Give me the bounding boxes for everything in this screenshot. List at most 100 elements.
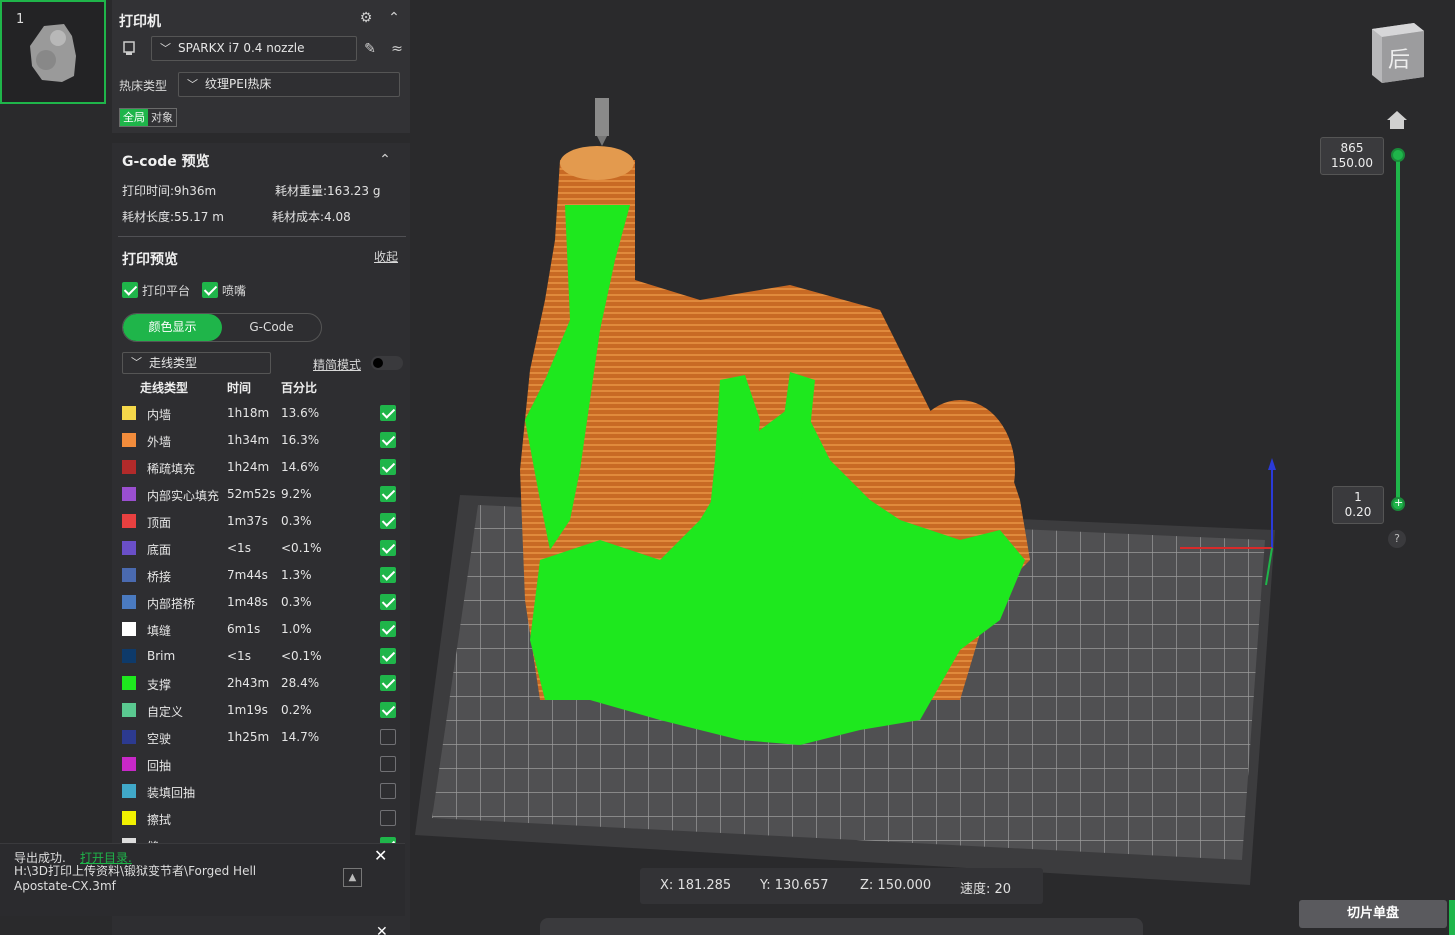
line-type-visibility-checkbox[interactable] — [380, 729, 396, 745]
bottom-layer-box[interactable]: 1 0.20 — [1332, 486, 1384, 524]
bottom-toolbar — [540, 918, 1143, 935]
show-nozzle-checkbox[interactable] — [202, 282, 218, 298]
printer-icon — [123, 41, 135, 55]
coord-y: Y: 130.657 — [760, 878, 829, 893]
show-plate-checkbox[interactable] — [122, 282, 138, 298]
expand-up-icon[interactable]: ▲ — [343, 868, 362, 887]
print-preview-title: 打印预览 — [122, 252, 178, 268]
line-type-name: 填缝 — [147, 624, 172, 638]
simple-mode-toggle[interactable] — [371, 356, 403, 370]
line-type-percent: 9.2% — [281, 487, 312, 501]
line-type-visibility-checkbox[interactable] — [380, 513, 396, 529]
view-cube-label: 后 — [1388, 48, 1410, 73]
color-swatch — [122, 595, 136, 609]
top-layer-box[interactable]: 865 150.00 — [1320, 137, 1384, 175]
view-type-value: 走线类型 — [149, 356, 198, 370]
line-type-visibility-checkbox[interactable] — [380, 432, 396, 448]
wifi-icon[interactable]: ≈ — [388, 40, 406, 58]
gear-icon[interactable]: ⚙ — [357, 9, 375, 27]
collapse-link[interactable]: 收起 — [374, 248, 398, 265]
slice-plate-button[interactable]: 切片单盘 — [1299, 900, 1447, 928]
filament-cost: 耗材成本:4.08 — [272, 210, 351, 224]
export-notification: 导出成功. 打开目录. H:\3D打印上传资料\锻狱变节者\Forged Hel… — [0, 843, 405, 916]
line-type-name: 外墙 — [147, 435, 172, 449]
slice-dropdown-edge[interactable] — [1449, 900, 1455, 935]
bottom-layer-number: 1 — [1354, 490, 1362, 504]
gcode-preview-section: G-code 预览 ⌃ 打印时间:9h36m 耗材重量:163.23 g 耗材长… — [112, 143, 410, 935]
view-type-select[interactable]: ﹀ 走线类型 — [122, 352, 271, 374]
tab-gcode[interactable]: G-Code — [222, 314, 321, 341]
chevron-down-icon: ﹀ — [187, 78, 198, 91]
line-type-time: 1m37s — [227, 514, 268, 528]
bed-type-select[interactable]: ﹀ 纹理PEI热床 — [178, 72, 400, 97]
tab-color-display[interactable]: 颜色显示 — [123, 314, 222, 341]
top-layer-handle[interactable] — [1391, 148, 1405, 162]
line-type-percent: 14.6% — [281, 460, 320, 474]
line-type-visibility-checkbox[interactable] — [380, 756, 396, 772]
chevron-down-icon: ﹀ — [131, 356, 142, 369]
chevron-down-icon: ﹀ — [160, 42, 171, 55]
scope-global-button[interactable]: 全局 — [120, 109, 148, 126]
color-swatch — [122, 649, 136, 663]
column-header-time: 时间 — [227, 381, 252, 395]
print-time: 打印时间:9h36m — [122, 184, 217, 198]
line-type-visibility-checkbox[interactable] — [380, 459, 396, 475]
line-type-visibility-checkbox[interactable] — [380, 540, 396, 556]
home-icon[interactable] — [1386, 110, 1408, 130]
legend-row: 内部实心填充 52m52s 9.2% — [112, 481, 410, 508]
line-type-time: 1m19s — [227, 703, 268, 717]
line-type-visibility-checkbox[interactable] — [380, 486, 396, 502]
help-icon[interactable]: ? — [1388, 530, 1406, 548]
line-type-visibility-checkbox[interactable] — [380, 594, 396, 610]
bed-type-label: 热床类型 — [119, 79, 168, 93]
layer-slider-track[interactable] — [1396, 155, 1400, 505]
line-type-time: 1h34m — [227, 433, 270, 447]
collapse-icon[interactable]: ⌃ — [376, 151, 394, 169]
line-type-visibility-checkbox[interactable] — [380, 621, 396, 637]
line-type-time: <1s — [227, 649, 251, 663]
line-type-visibility-checkbox[interactable] — [380, 783, 396, 799]
legend-row: 顶面 1m37s 0.3% — [112, 508, 410, 535]
line-type-visibility-checkbox[interactable] — [380, 675, 396, 691]
color-swatch — [122, 703, 136, 717]
line-type-time: 1h24m — [227, 460, 270, 474]
color-swatch — [122, 622, 136, 636]
line-type-percent: 13.6% — [281, 406, 320, 420]
nozzle — [595, 98, 609, 146]
line-type-visibility-checkbox[interactable] — [380, 567, 396, 583]
line-type-time: 6m1s — [227, 622, 261, 636]
plate-thumbnail[interactable]: 1 — [0, 0, 106, 104]
color-swatch — [122, 757, 136, 771]
line-type-visibility-checkbox[interactable] — [380, 702, 396, 718]
close-icon[interactable]: ✕ — [376, 924, 388, 935]
edit-icon[interactable]: ✎ — [361, 40, 379, 58]
color-swatch — [122, 541, 136, 555]
close-icon[interactable]: ✕ — [374, 846, 387, 865]
line-type-visibility-checkbox[interactable] — [380, 810, 396, 826]
view-cube[interactable]: 后 — [1368, 17, 1428, 85]
legend-row: 底面 <1s <0.1% — [112, 535, 410, 562]
printer-select[interactable]: ﹀ SPARKX i7 0.4 nozzle — [151, 36, 357, 61]
coord-z: Z: 150.000 — [860, 878, 932, 893]
bed-type-value: 纹理PEI热床 — [205, 77, 272, 91]
bottom-layer-handle[interactable] — [1391, 496, 1405, 511]
line-type-visibility-checkbox[interactable] — [380, 405, 396, 421]
coord-x: X: 181.285 — [660, 878, 732, 893]
line-type-percent: 0.3% — [281, 595, 312, 609]
line-type-time: 1m48s — [227, 595, 268, 609]
line-type-percent: 0.3% — [281, 514, 312, 528]
legend-row: 空驶 1h25m 14.7% — [112, 724, 410, 751]
legend-row: 稀疏填充 1h24m 14.6% — [112, 454, 410, 481]
line-type-name: 回抽 — [147, 759, 172, 773]
legend-row: 装填回抽 — [112, 778, 410, 805]
line-type-name: 顶面 — [147, 516, 172, 530]
line-type-name: 内墙 — [147, 408, 172, 422]
line-type-name: Brim — [147, 649, 176, 663]
line-type-percent: 28.4% — [281, 676, 320, 690]
legend-row: 内部搭桥 1m48s 0.3% — [112, 589, 410, 616]
collapse-icon[interactable]: ⌃ — [385, 9, 403, 27]
color-swatch — [122, 514, 136, 528]
line-type-visibility-checkbox[interactable] — [380, 648, 396, 664]
scope-object-button[interactable]: 对象 — [148, 109, 176, 126]
legend-row: 自定义 1m19s 0.2% — [112, 697, 410, 724]
